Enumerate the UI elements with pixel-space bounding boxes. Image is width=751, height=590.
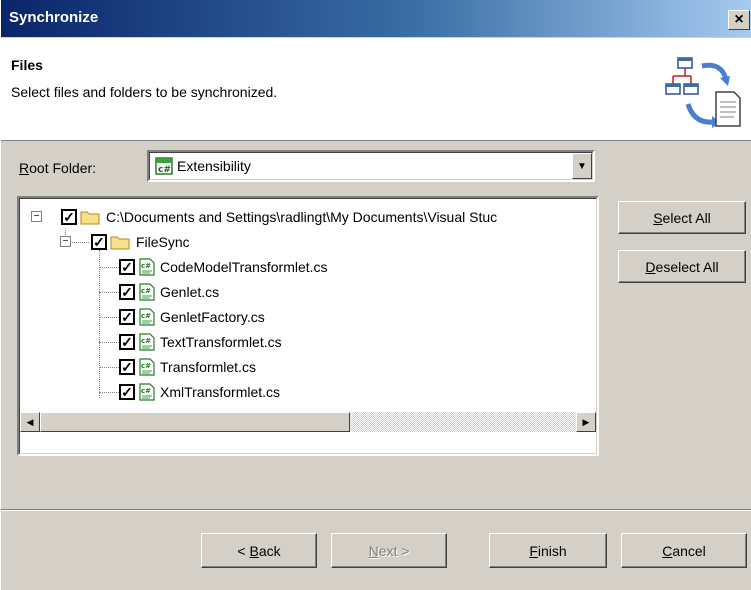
csharp-file-icon: c# <box>139 283 155 301</box>
next-label: ext > <box>378 542 410 559</box>
dropdown-button[interactable]: ▼ <box>572 153 592 179</box>
root-folder-label: Root Folder: <box>19 160 96 176</box>
root-folder-label-text: oot Folder: <box>29 160 97 176</box>
synchronize-icon <box>665 57 741 128</box>
svg-text:c#: c# <box>141 362 151 370</box>
tree-folder-row[interactable]: ✓ FileSync <box>91 231 190 253</box>
page-title: Files <box>11 57 43 73</box>
csharp-file-icon: c# <box>139 383 155 401</box>
svg-text:c#: c# <box>141 337 151 345</box>
deselect-all-label: eselect All <box>655 258 719 275</box>
checkbox[interactable]: ✓ <box>91 234 107 250</box>
csharp-project-icon: c# <box>155 157 173 175</box>
root-folder-mnemonic: R <box>19 160 30 176</box>
file-label: Transformlet.cs <box>160 359 256 375</box>
file-label: TextTransformlet.cs <box>160 334 282 350</box>
tree-line <box>99 250 100 398</box>
close-icon: × <box>734 11 744 28</box>
tree-line <box>99 342 119 343</box>
select-all-button[interactable]: Select All <box>618 201 746 234</box>
close-button[interactable]: × <box>728 10 750 30</box>
checkbox[interactable]: ✓ <box>119 284 135 300</box>
checkbox[interactable]: ✓ <box>119 359 135 375</box>
checkbox[interactable]: ✓ <box>119 259 135 275</box>
csharp-file-icon: c# <box>139 358 155 376</box>
window-title: Synchronize <box>9 9 99 26</box>
tree-file-row[interactable]: ✓ c# TextTransformlet.cs <box>119 331 282 353</box>
finish-button[interactable]: Finish <box>489 533 607 568</box>
root-folder-value: Extensibility <box>177 158 251 174</box>
cancel-button[interactable]: Cancel <box>621 533 747 568</box>
title-bar[interactable]: Synchronize × <box>1 0 751 37</box>
file-label: Genlet.cs <box>160 284 220 300</box>
svg-text:c#: c# <box>158 165 171 175</box>
csharp-file-icon: c# <box>139 308 155 326</box>
deselect-all-button[interactable]: Deselect All <box>618 250 746 283</box>
folder-icon <box>110 236 130 250</box>
collapse-toggle[interactable]: − <box>60 236 71 247</box>
checkbox[interactable]: ✓ <box>119 334 135 350</box>
scrollbar-track[interactable] <box>350 412 576 432</box>
cancel-label: ancel <box>672 542 706 559</box>
synchronize-dialog: Synchronize × Files Select files and fol… <box>0 0 751 590</box>
csharp-file-icon: c# <box>139 333 155 351</box>
wizard-header: Files Select files and folders to be syn… <box>1 38 751 141</box>
tree-line <box>99 367 119 368</box>
checkbox[interactable]: ✓ <box>61 209 77 225</box>
tree-file-row[interactable]: ✓ c# Genlet.cs <box>119 281 219 303</box>
select-all-label: elect All <box>662 209 711 226</box>
next-mnemonic: N <box>368 542 379 559</box>
checkbox[interactable]: ✓ <box>119 309 135 325</box>
checkbox[interactable]: ✓ <box>119 384 135 400</box>
arrow-right-icon: ▶ <box>582 416 590 427</box>
csharp-file-icon: c# <box>139 258 155 276</box>
page-subtitle: Select files and folders to be synchroni… <box>11 84 278 100</box>
back-button[interactable]: < Back <box>201 533 317 568</box>
finish-mnemonic: F <box>529 542 538 559</box>
svg-text:c#: c# <box>141 262 151 270</box>
scroll-left-button[interactable]: ◀ <box>20 412 40 432</box>
tree-folder-label: FileSync <box>136 234 190 250</box>
root-folder-select[interactable]: c# Extensibility ▼ <box>147 150 595 182</box>
file-label: XmlTransformlet.cs <box>160 384 281 400</box>
scrollbar-thumb[interactable] <box>40 412 350 432</box>
arrow-left-icon: ◀ <box>26 416 34 427</box>
back-prefix: < <box>237 542 250 559</box>
folder-icon <box>80 211 100 225</box>
footer-separator <box>1 509 751 511</box>
collapse-toggle[interactable]: − <box>31 211 42 222</box>
tree-line <box>99 317 119 318</box>
file-label: CodeModelTransformlet.cs <box>160 259 328 275</box>
tree-root-label: C:\Documents and Settings\radlingt\My Do… <box>106 209 498 225</box>
svg-text:c#: c# <box>141 387 151 395</box>
svg-text:c#: c# <box>141 287 151 295</box>
deselect-all-mnemonic: D <box>645 258 656 275</box>
scroll-right-button[interactable]: ▶ <box>576 412 596 432</box>
tree-file-row[interactable]: ✓ c# CodeModelTransformlet.cs <box>119 256 328 278</box>
tree-file-row[interactable]: ✓ c# XmlTransformlet.cs <box>119 381 280 403</box>
tree-line <box>99 292 119 293</box>
svg-text:c#: c# <box>141 312 151 320</box>
finish-label: inish <box>537 542 567 559</box>
select-all-mnemonic: S <box>653 209 663 226</box>
horizontal-scrollbar[interactable]: ◀ ▶ <box>20 412 596 432</box>
file-label: GenletFactory.cs <box>160 309 265 325</box>
chevron-down-icon: ▼ <box>577 160 587 172</box>
tree-file-row[interactable]: ✓ c# Transformlet.cs <box>119 356 256 378</box>
tree-root-row[interactable]: ✓ C:\Documents and Settings\radlingt\My … <box>61 206 497 228</box>
back-mnemonic: B <box>249 542 259 559</box>
next-button[interactable]: Next > <box>331 533 447 568</box>
back-label: ack <box>258 542 281 559</box>
file-tree[interactable]: − ✓ C:\Documents and Settings\radlingt\M… <box>17 196 599 456</box>
cancel-mnemonic: C <box>662 542 673 559</box>
tree-file-row[interactable]: ✓ c# GenletFactory.cs <box>119 306 265 328</box>
tree-line <box>99 392 119 393</box>
tree-line <box>99 267 119 268</box>
